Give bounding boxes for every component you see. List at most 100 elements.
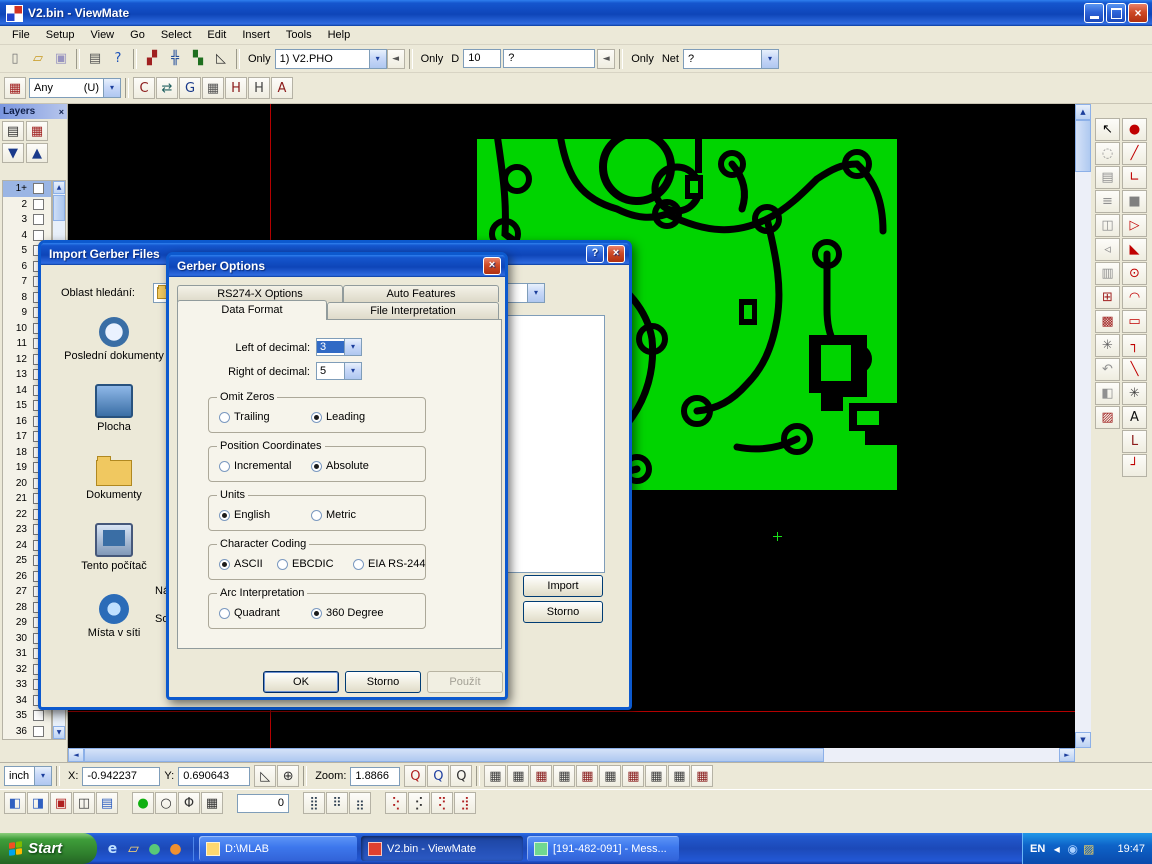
menu-tools[interactable]: Tools (278, 28, 320, 42)
place-dokumenty[interactable]: Dokumenty (53, 455, 175, 501)
chevron-down-icon[interactable]: ▾ (34, 767, 51, 785)
rotate-tool-icon[interactable]: ↶ (1095, 358, 1120, 381)
rect-tool-icon[interactable]: ▭ (1122, 310, 1147, 333)
cursor-tool-icon[interactable]: ↖ (1095, 118, 1120, 141)
scrollbar-thumb[interactable] (1075, 120, 1091, 172)
redraw-tool-icon[interactable]: ◌ (1095, 142, 1120, 165)
grid-icon-8[interactable]: ▦ (645, 765, 667, 787)
radio-quadrant[interactable]: Quadrant (219, 607, 311, 619)
corner-tool-icon[interactable]: ┐ (1122, 334, 1147, 357)
h-right-icon[interactable]: H (248, 77, 270, 99)
context-help-icon[interactable]: ? (107, 48, 129, 70)
select-group-icon[interactable]: ▚ (187, 48, 209, 70)
menu-file[interactable]: File (4, 28, 38, 42)
g-code-icon[interactable]: G (179, 77, 201, 99)
tab-data-format[interactable]: Data Format (177, 300, 327, 320)
line-tool-icon[interactable]: ╱ (1122, 142, 1147, 165)
layer-row[interactable]: 35 (3, 708, 51, 724)
h-left-icon[interactable]: H (225, 77, 247, 99)
arc-tool-icon[interactable]: ◠ (1122, 286, 1147, 309)
scroll-down-icon[interactable]: ▼ (53, 726, 65, 739)
text-a-icon[interactable]: A (271, 77, 293, 99)
menu-edit[interactable]: Edit (199, 28, 234, 42)
ie-icon[interactable]: e (103, 838, 122, 860)
vertical-scrollbar[interactable]: ▲ ▼ (1075, 104, 1091, 748)
net-combo[interactable]: ? ▾ (683, 49, 779, 69)
tray-alert-icon[interactable]: ▨ (1081, 840, 1096, 858)
radio-360-degree[interactable]: 360 Degree (311, 607, 411, 619)
d-code-input[interactable]: 10 (463, 49, 501, 68)
taskbar-task-d-mlab[interactable]: D:\MLAB (199, 836, 357, 861)
star-tool-icon[interactable]: ✳ (1095, 334, 1120, 357)
grid-icon-3[interactable]: ▦ (530, 765, 552, 787)
unit-combo[interactable]: inch ▾ (4, 766, 52, 786)
radio-leading[interactable]: Leading (311, 411, 411, 423)
dots-pattern-3-icon[interactable]: ⣶ (349, 792, 371, 814)
origin-target-icon[interactable]: ⊕ (277, 765, 299, 787)
zoom-window-icon[interactable]: Q (427, 765, 449, 787)
grid-icon-10[interactable]: ▦ (691, 765, 713, 787)
minimize-button[interactable] (1084, 3, 1104, 23)
pads-pattern-1-icon[interactable]: ⢕ (385, 792, 407, 814)
circle-tool-icon[interactable]: ⊙ (1122, 262, 1147, 285)
measure-icon[interactable]: ◺ (210, 48, 232, 70)
import-button[interactable]: Import (523, 575, 603, 597)
aperture-grid-icon[interactable]: ▦ (4, 77, 26, 99)
sheet-all-icon[interactable]: ▤ (96, 792, 118, 814)
layer-row[interactable]: 36 (3, 724, 51, 740)
save-icon[interactable]: ▣ (50, 48, 72, 70)
ok-button[interactable]: OK (263, 671, 339, 693)
dots-pattern-1-icon[interactable]: ⣿ (303, 792, 325, 814)
pads-pattern-3-icon[interactable]: ⢝ (431, 792, 453, 814)
radio-english[interactable]: English (219, 509, 311, 521)
language-indicator[interactable]: EN (1030, 843, 1045, 855)
open-folder-icon[interactable]: ▱ (27, 48, 49, 70)
letter-l-tool-icon[interactable]: L (1122, 430, 1147, 453)
prev-file-button[interactable]: ◄ (387, 49, 405, 69)
scrollbar-thumb[interactable] (53, 195, 65, 221)
zoom-value-field[interactable]: 1.8866 (350, 767, 400, 786)
chevron-down-icon[interactable]: ▾ (369, 50, 386, 68)
layer-color-swatch[interactable] (33, 214, 44, 225)
layer-color-swatch[interactable] (33, 710, 44, 721)
green-app-icon[interactable]: ● (145, 838, 164, 860)
prev-tool-icon[interactable]: ◃ (1095, 238, 1120, 261)
radio-trailing[interactable]: Trailing (219, 411, 311, 423)
scroll-left-icon[interactable]: ◄ (68, 748, 84, 762)
hatch-tool-icon[interactable]: ▩ (1095, 310, 1120, 333)
c-aperture-icon[interactable]: C (133, 77, 155, 99)
taskbar-task-v2-bin-viewmate[interactable]: V2.bin - ViewMate (361, 836, 523, 861)
half-square-tool-icon[interactable]: ◧ (1095, 382, 1120, 405)
explorer-icon[interactable]: ▱ (124, 838, 143, 860)
prev-d-button[interactable]: ◄ (597, 49, 615, 69)
shade-tool-icon[interactable]: ▨ (1095, 406, 1120, 429)
radio-incremental[interactable]: Incremental (219, 460, 311, 472)
new-file-icon[interactable]: ▯ (4, 48, 26, 70)
menu-help[interactable]: Help (320, 28, 359, 42)
layer-row[interactable]: 3 (3, 212, 51, 228)
measure-diagonal-icon[interactable]: ◺ (254, 765, 276, 787)
menu-go[interactable]: Go (122, 28, 153, 42)
list-tool-icon[interactable]: ≡ (1095, 190, 1120, 213)
grid-icon-9[interactable]: ▦ (668, 765, 690, 787)
grid-icon-2[interactable]: ▦ (507, 765, 529, 787)
place-posledn-dokumenty[interactable]: Poslední dokumenty (53, 317, 175, 362)
browser-icon[interactable]: ● (166, 838, 185, 860)
layer-aperture-icon[interactable]: ▦ (26, 121, 48, 141)
grid-mode-icon[interactable]: ▦ (202, 77, 224, 99)
exchange-icon[interactable]: ⇄ (156, 77, 178, 99)
sheet-red-icon[interactable]: ▣ (50, 792, 72, 814)
storno-button[interactable]: Storno (523, 601, 603, 623)
scrollbar-thumb[interactable] (84, 748, 824, 762)
triangle-tool-icon[interactable]: ◣ (1122, 238, 1147, 261)
grid-icon-4[interactable]: ▦ (553, 765, 575, 787)
grid-icon-1[interactable]: ▦ (484, 765, 506, 787)
close-button[interactable]: × (1128, 3, 1148, 23)
circle-mode-icon[interactable]: ○ (155, 792, 177, 814)
menu-setup[interactable]: Setup (38, 28, 83, 42)
layer-color-swatch[interactable] (33, 183, 44, 194)
start-button[interactable]: Start (0, 833, 97, 864)
place-tento-po-ta[interactable]: Tento počítač (53, 523, 175, 572)
sheet-front-icon[interactable]: ◧ (4, 792, 26, 814)
layers-close-button[interactable]: × (59, 107, 64, 117)
